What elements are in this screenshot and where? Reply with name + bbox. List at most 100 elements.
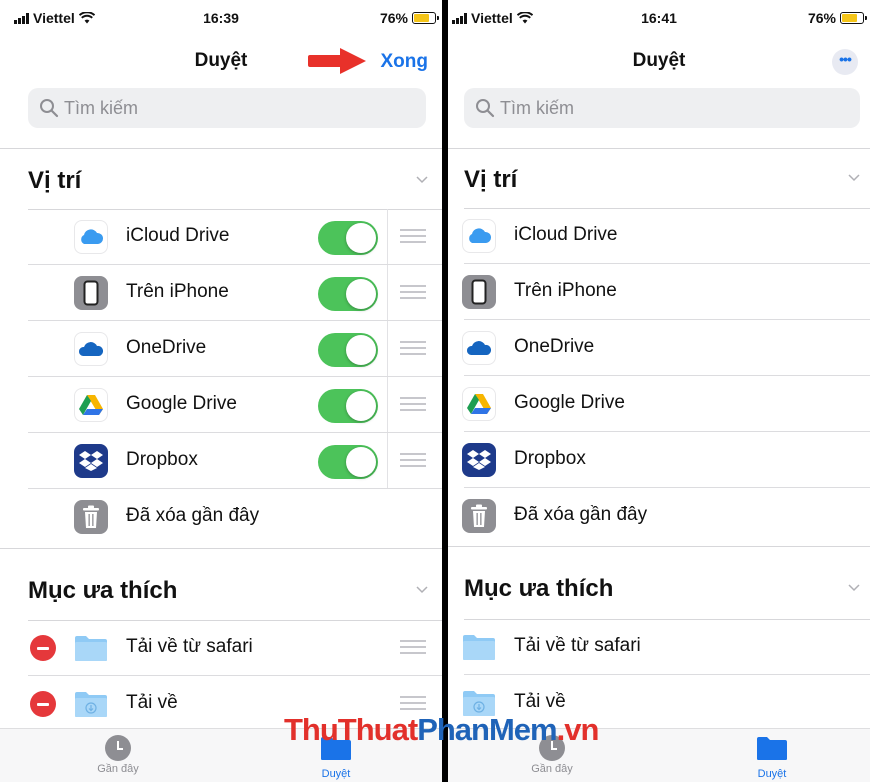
- reorder-handle-icon[interactable]: [400, 229, 426, 243]
- search-icon: [476, 99, 495, 118]
- left-screen: Viettel 16:39 76% Duyệt Xong Tìm kiếm Vị…: [0, 0, 442, 782]
- location-label: OneDrive: [126, 337, 207, 358]
- location-label: Dropbox: [126, 449, 198, 470]
- location-row-iphone[interactable]: Trên iPhone: [0, 265, 442, 321]
- tab-label: Gần đây: [97, 763, 139, 775]
- location-label: iCloud Drive: [126, 225, 230, 246]
- reorder-handle-icon[interactable]: [400, 696, 426, 710]
- folder-icon: [462, 630, 496, 664]
- favorite-row[interactable]: Tải về từ safari: [448, 619, 870, 675]
- reorder-handle-icon[interactable]: [400, 640, 426, 654]
- divider: [0, 548, 442, 549]
- red-arrow-icon: [308, 48, 366, 74]
- favorite-label: Tải về: [514, 691, 566, 712]
- location-label: Google Drive: [126, 393, 237, 414]
- location-row-icloud[interactable]: iCloud Drive: [0, 209, 442, 265]
- search-placeholder: Tìm kiếm: [500, 97, 574, 118]
- reorder-handle-icon[interactable]: [400, 285, 426, 299]
- chevron-down-icon[interactable]: [416, 174, 428, 186]
- watermark-part: .vn: [556, 712, 600, 747]
- dropbox-icon: [74, 444, 108, 478]
- folder-tab-icon: [757, 737, 787, 760]
- tab-label: Gần đây: [531, 763, 573, 775]
- onedrive-icon: [462, 331, 496, 365]
- more-button[interactable]: •••: [832, 49, 858, 75]
- location-label: Đã xóa gần đây: [126, 505, 260, 526]
- section-title-locations: Vị trí: [464, 166, 518, 193]
- location-label: OneDrive: [514, 336, 595, 357]
- chevron-down-icon[interactable]: [848, 582, 860, 594]
- battery-percent: 76%: [379, 10, 408, 26]
- favorite-label: Tải về từ safari: [126, 636, 253, 657]
- location-row-onedrive[interactable]: OneDrive: [448, 320, 870, 376]
- location-row-icloud[interactable]: iCloud Drive: [448, 208, 870, 264]
- chevron-down-icon[interactable]: [416, 584, 428, 596]
- location-row-dropbox[interactable]: Dropbox: [448, 432, 870, 488]
- row-divider: [387, 265, 388, 321]
- nav-bar: Duyệt Xong: [0, 40, 442, 84]
- location-row-google-drive[interactable]: Google Drive: [0, 377, 442, 433]
- row-divider: [387, 321, 388, 377]
- location-row-recently-deleted[interactable]: Đã xóa gần đây: [448, 488, 870, 544]
- row-divider: [387, 433, 388, 489]
- search-icon: [40, 99, 59, 118]
- reorder-handle-icon[interactable]: [400, 397, 426, 411]
- watermark: ThuThuatPhanMem.vn: [284, 712, 600, 748]
- location-row-recently-deleted[interactable]: Đã xóa gần đây: [0, 489, 442, 545]
- favorite-label: Tải về: [126, 692, 178, 713]
- page-title: Duyệt: [194, 50, 248, 71]
- row-divider: [387, 209, 388, 265]
- location-label: Trên iPhone: [126, 281, 229, 302]
- search-placeholder: Tìm kiếm: [64, 97, 138, 118]
- download-folder-icon: [74, 687, 108, 721]
- reorder-handle-icon[interactable]: [400, 453, 426, 467]
- onedrive-icon: [74, 332, 108, 366]
- battery-percent: 76%: [807, 10, 836, 26]
- location-label: Google Drive: [514, 392, 625, 413]
- watermark-part: ThuThuat: [284, 712, 418, 747]
- tab-recents[interactable]: Gần đây: [78, 735, 158, 775]
- location-toggle[interactable]: [318, 333, 378, 367]
- battery: 76%: [379, 10, 439, 26]
- location-toggle[interactable]: [318, 445, 378, 479]
- status-time: 16:39: [203, 10, 239, 26]
- trash-icon: [74, 500, 108, 534]
- reorder-handle-icon[interactable]: [400, 341, 426, 355]
- iphone-icon: [462, 275, 496, 309]
- nav-bar: Duyệt •••: [448, 40, 870, 84]
- location-row-google-drive[interactable]: Google Drive: [448, 376, 870, 432]
- tab-browse[interactable]: Duyệt: [732, 735, 812, 780]
- location-row-iphone[interactable]: Trên iPhone: [448, 264, 870, 320]
- location-toggle[interactable]: [318, 221, 378, 255]
- location-label: iCloud Drive: [514, 224, 618, 245]
- location-label: Trên iPhone: [514, 280, 617, 301]
- battery-icon: [412, 12, 439, 24]
- done-button[interactable]: Xong: [381, 51, 429, 73]
- right-screen: Viettel 16:41 76% Duyệt ••• Tìm kiếm Vị …: [448, 0, 870, 782]
- battery: 76%: [807, 10, 867, 26]
- delete-minus-icon[interactable]: [30, 635, 56, 661]
- favorite-label: Tải về từ safari: [514, 635, 641, 656]
- location-row-dropbox[interactable]: Dropbox: [0, 433, 442, 489]
- icloud-icon: [462, 219, 496, 253]
- search-field[interactable]: Tìm kiếm: [28, 88, 426, 128]
- location-toggle[interactable]: [318, 389, 378, 423]
- location-label: Đã xóa gần đây: [514, 504, 648, 525]
- battery-icon: [840, 12, 867, 24]
- location-toggle[interactable]: [318, 277, 378, 311]
- status-bar: Viettel 16:41 76%: [448, 0, 870, 30]
- page-title: Duyệt: [632, 50, 686, 71]
- iphone-icon: [74, 276, 108, 310]
- tab-label: Duyệt: [757, 768, 787, 780]
- favorite-row[interactable]: Tải về từ safari: [0, 620, 442, 676]
- search-field[interactable]: Tìm kiếm: [464, 88, 860, 128]
- chevron-down-icon[interactable]: [848, 172, 860, 184]
- dropbox-icon: [462, 443, 496, 477]
- location-row-onedrive[interactable]: OneDrive: [0, 321, 442, 377]
- google-drive-icon: [462, 387, 496, 421]
- divider: [448, 546, 870, 547]
- divider: [0, 148, 442, 149]
- divider: [448, 148, 870, 149]
- delete-minus-icon[interactable]: [30, 691, 56, 717]
- section-title-locations: Vị trí: [28, 167, 82, 194]
